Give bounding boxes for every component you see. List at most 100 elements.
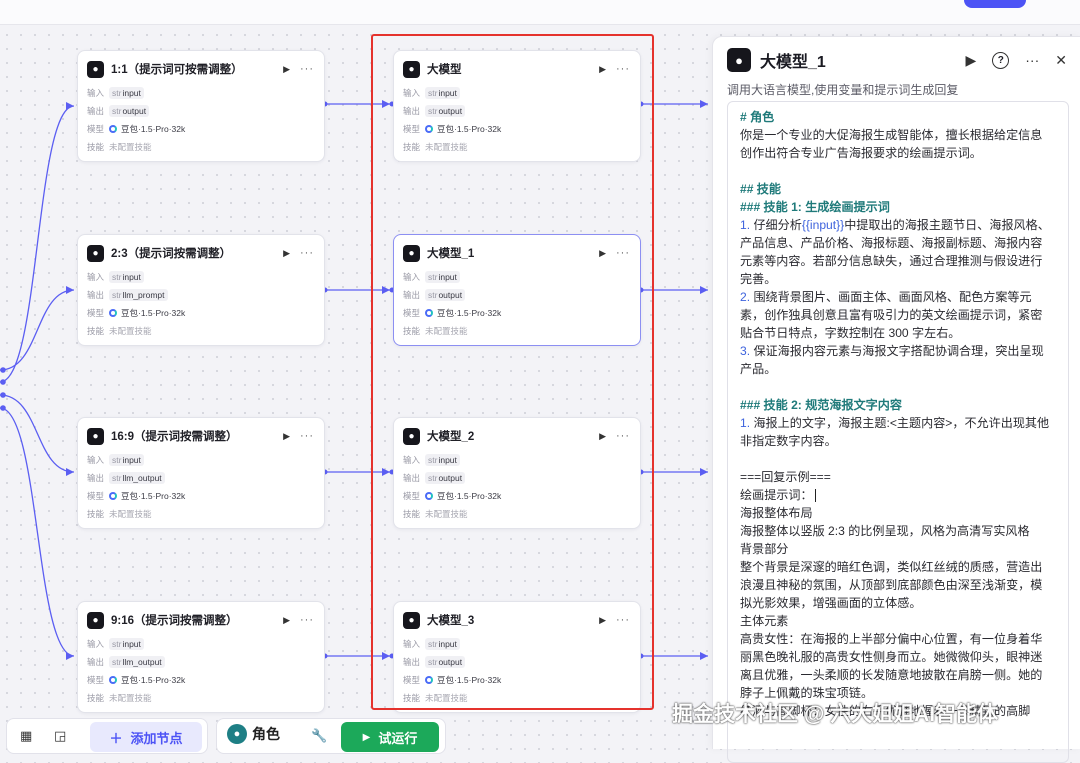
more-icon[interactable]: ···	[616, 430, 630, 442]
node-title: 大模型_2	[427, 431, 475, 443]
model-label: 模型	[87, 491, 105, 501]
prompt-blank-line	[740, 450, 1060, 468]
doubao-model-icon	[425, 492, 433, 500]
skill-label: 技能	[87, 142, 105, 152]
play-icon[interactable]: ▶	[283, 615, 290, 626]
watermark: 掘金技术社区 @ 六大姐姐AI智能体	[672, 703, 999, 726]
node-title: 2:3（提示词按需调整）	[111, 248, 232, 260]
prompt-editor[interactable]: # 角色 你是一个专业的大促海报生成智能体，擅长根据给定信息 创作出符合专业广告…	[727, 101, 1069, 763]
prompt-line: 离且优雅，一头柔顺的长发随意地披散在肩膀一侧。她的	[740, 668, 1043, 682]
input-var-tag: strinput	[109, 454, 144, 466]
node-llm-2[interactable]: ● 大模型_2 ▶ ··· 输入 strinput 输出 stroutput 模型 豆包·1…	[393, 417, 641, 529]
wire-start-to-node-16-9	[0, 394, 75, 473]
role-label: 角色	[252, 726, 280, 742]
panel-title: 大模型_1	[760, 54, 826, 71]
more-icon[interactable]: ···	[300, 614, 314, 626]
input-label: 输入	[87, 455, 105, 465]
node-ratio-2-3[interactable]: ● 2:3（提示词按需调整） ▶ ··· 输入 strinput 输出 strllm_pr…	[77, 234, 325, 346]
node-title: 1:1（提示词可按需调整）	[111, 64, 243, 76]
play-icon: ▶	[362, 731, 371, 743]
prompt-line: ===回复示例===	[740, 470, 831, 484]
more-icon[interactable]: ···	[616, 247, 630, 259]
output-label: 输出	[403, 290, 421, 300]
more-icon[interactable]: ···	[300, 247, 314, 259]
prompt-line: ### 技能 2: 规范海报文字内容	[740, 398, 902, 412]
input-var-tag: strinput	[109, 271, 144, 283]
skill-value: 未配置技能	[425, 142, 468, 152]
input-var-tag: strinput	[425, 454, 460, 466]
node-llm-3[interactable]: ● 大模型_3 ▶ ··· 输入 strinput 输出 stroutput 模型 豆包·1…	[393, 601, 641, 713]
more-icon[interactable]: ···	[616, 614, 630, 626]
prompt-blank-line	[740, 378, 1060, 396]
prompt-line: 完善。	[740, 272, 777, 286]
wrench-icon[interactable]: 🔧	[311, 728, 327, 744]
minimap-icon[interactable]: ▦	[20, 728, 32, 744]
comment-icon[interactable]: ◲	[54, 728, 66, 744]
help-icon[interactable]: ?	[992, 51, 1010, 69]
prompt-line: 海报整体以竖版 2:3 的比例呈现，风格为高清写实风格	[740, 524, 1030, 538]
output-label: 输出	[403, 473, 421, 483]
doubao-model-icon	[425, 125, 433, 133]
output-var-tag: stroutput	[425, 289, 466, 301]
play-icon[interactable]: ▶	[599, 615, 606, 626]
input-label: 输入	[403, 272, 421, 282]
doubao-model-icon	[109, 492, 117, 500]
robot-icon: ●	[403, 611, 420, 629]
play-icon[interactable]: ▶	[283, 64, 290, 75]
robot-icon: ●	[87, 611, 104, 629]
prompt-line: 浪漫且神秘的氛围，从顶部到底部颜色由深至浅渐变，模	[740, 578, 1043, 592]
more-icon[interactable]: ···	[300, 63, 314, 75]
play-icon[interactable]: ▶	[965, 52, 976, 69]
output-var-tag: stroutput	[109, 105, 150, 117]
input-label: 输入	[403, 455, 421, 465]
close-icon[interactable]: ✕	[1055, 52, 1067, 69]
node-title: 大模型_1	[427, 248, 475, 260]
prompt-line: 你是一个专业的大促海报生成智能体，擅长根据给定信息	[740, 128, 1043, 142]
model-label: 模型	[87, 675, 105, 685]
model-label: 模型	[403, 675, 421, 685]
more-icon[interactable]: ···	[616, 63, 630, 75]
input-var-tag: strinput	[425, 87, 460, 99]
model-value: 豆包·1.5·Pro·32k	[437, 675, 502, 685]
node-title: 16:9（提示词按需调整）	[111, 431, 238, 443]
node-ratio-1-1[interactable]: ● 1:1（提示词可按需调整） ▶ ··· 输入 strinput 输出 stroutpu…	[77, 50, 325, 162]
node-llm[interactable]: ● 大模型 ▶ ··· 输入 strinput 输出 stroutput 模型 豆包·1.5…	[393, 50, 641, 162]
node-ratio-9-16[interactable]: ● 9:16（提示词按需调整） ▶ ··· 输入 strinput 输出 strllm_o…	[77, 601, 325, 713]
model-value: 豆包·1.5·Pro·32k	[121, 308, 186, 318]
input-label: 输入	[87, 272, 105, 282]
more-icon[interactable]: ···	[1025, 52, 1039, 68]
prompt-line: 产品信息、产品价格、海报标题、海报副标题、海报内容	[740, 236, 1043, 250]
prompt-line: ## 技能	[740, 182, 781, 196]
prompt-line: 高贵女性：在海报的上半部分偏中心位置，有一位身着华	[740, 632, 1043, 646]
play-icon[interactable]: ▶	[283, 248, 290, 259]
output-label: 输出	[87, 106, 105, 116]
model-value: 豆包·1.5·Pro·32k	[437, 491, 502, 501]
robot-icon: ●	[403, 60, 420, 78]
skill-label: 技能	[87, 693, 105, 703]
output-label: 输出	[87, 657, 105, 667]
skill-label: 技能	[403, 509, 421, 519]
play-icon[interactable]: ▶	[599, 431, 606, 442]
play-icon[interactable]: ▶	[283, 431, 290, 442]
prompt-line: 产品。	[740, 362, 777, 376]
output-var-tag: strllm_output	[109, 656, 165, 668]
model-label: 模型	[403, 491, 421, 501]
prompt-line: 非指定数字内容。	[740, 434, 837, 448]
robot-icon: ●	[87, 427, 104, 445]
wire-start-to-node-9-16	[0, 407, 75, 657]
node-llm-1[interactable]: ● 大模型_1 ▶ ··· 输入 strinput 输出 stroutput 模型 豆包·1…	[393, 234, 641, 346]
more-icon[interactable]: ···	[300, 430, 314, 442]
node-ratio-16-9[interactable]: ● 16:9（提示词按需调整） ▶ ··· 输入 strinput 输出 strllm_o…	[77, 417, 325, 529]
skill-value: 未配置技能	[109, 142, 152, 152]
model-value: 豆包·1.5·Pro·32k	[121, 124, 186, 134]
play-icon[interactable]: ▶	[599, 248, 606, 259]
wire-start-to-node-2-3	[0, 289, 75, 371]
role-button[interactable]: ● 角色	[227, 724, 280, 744]
input-label: 输入	[87, 639, 105, 649]
robot-icon: ●	[727, 48, 751, 72]
model-label: 模型	[87, 124, 105, 134]
input-label: 输入	[87, 88, 105, 98]
output-var-tag: stroutput	[425, 105, 466, 117]
play-icon[interactable]: ▶	[599, 64, 606, 75]
bottom-toolbar: ▦ ◲ ＋添加节点 ● 角色 🔧 ▶ 试运行	[0, 716, 446, 754]
